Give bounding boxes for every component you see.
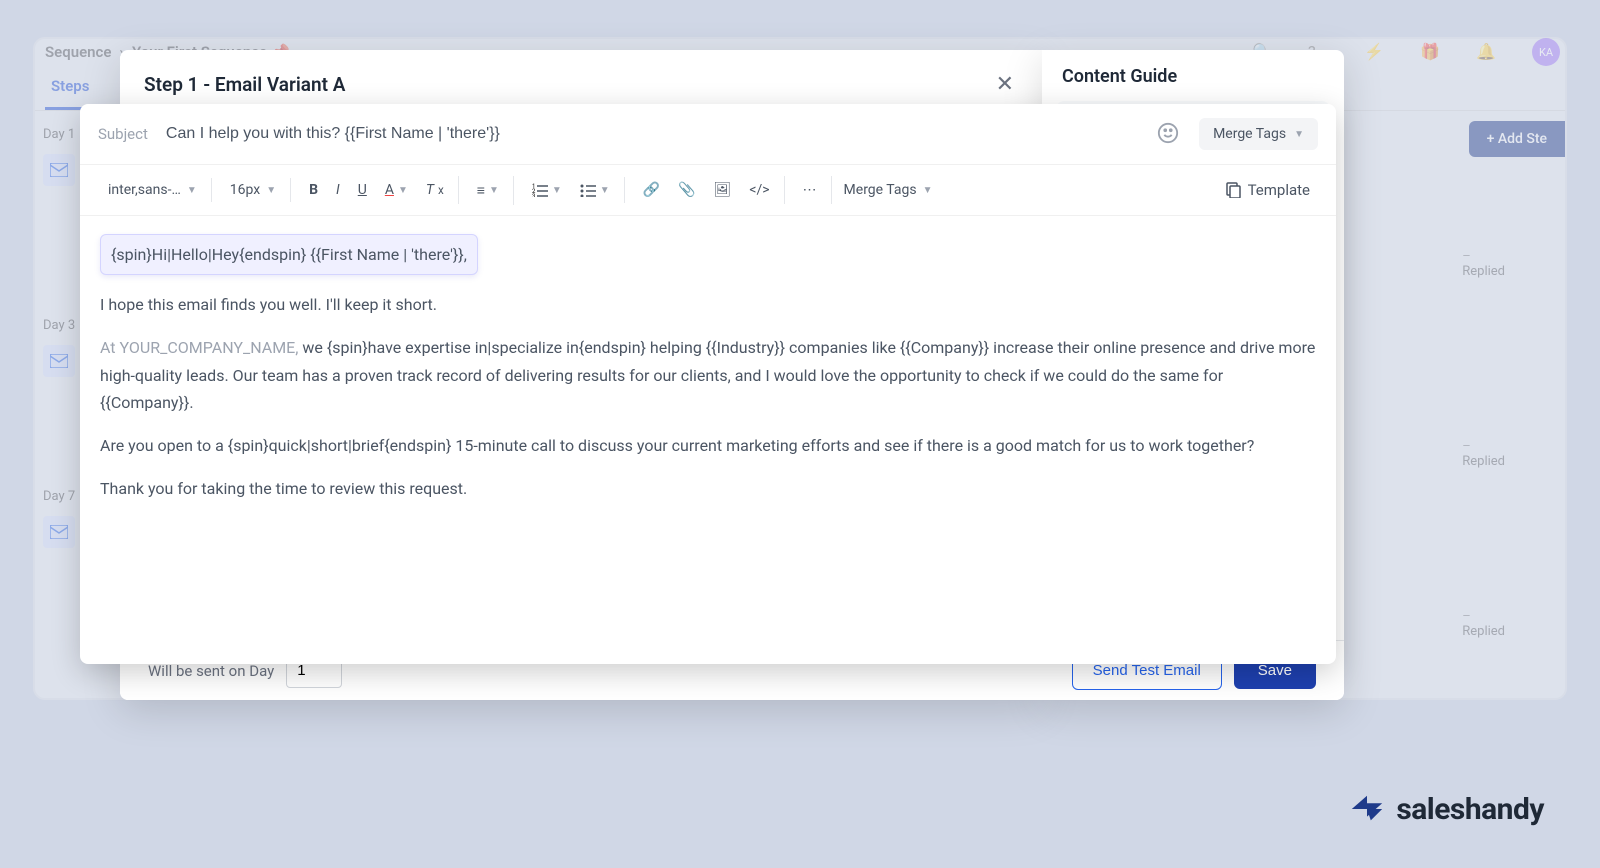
body-paragraph: I hope this email finds you well. I'll k… xyxy=(100,291,1316,318)
chevron-down-icon: ▼ xyxy=(266,185,276,196)
sent-day-label: Will be sent on Day xyxy=(148,662,274,680)
link-icon[interactable]: 🔗 xyxy=(635,176,668,204)
email-step-icon[interactable] xyxy=(43,345,75,377)
more-icon[interactable]: ⋯ xyxy=(795,176,825,204)
avatar[interactable]: KA xyxy=(1532,38,1560,66)
dash: – xyxy=(1462,609,1505,624)
unordered-list-button[interactable]: ▼ xyxy=(572,177,618,203)
add-step-button[interactable]: + Add Ste xyxy=(1469,121,1565,157)
merge-tags-label: Merge Tags xyxy=(1213,126,1286,142)
text-color-button[interactable]: A▼ xyxy=(377,176,416,204)
content-guide-title: Content Guide xyxy=(1042,66,1344,101)
font-family-dropdown[interactable]: inter,sans-…▼ xyxy=(100,178,205,202)
body-paragraph: Thank you for taking the time to review … xyxy=(100,475,1316,502)
ordered-list-button[interactable]: 123▼ xyxy=(524,177,570,203)
replied-label: Replied xyxy=(1462,264,1505,279)
attachment-icon[interactable]: 📎 xyxy=(670,176,703,204)
merge-tags-button[interactable]: Merge Tags ▼ xyxy=(1199,118,1318,150)
email-step-icon[interactable] xyxy=(43,154,75,186)
subject-input[interactable] xyxy=(166,125,1139,143)
chevron-down-icon: ▼ xyxy=(187,185,197,196)
image-icon[interactable]: 🖼 xyxy=(706,176,740,204)
dash: – xyxy=(1462,439,1505,454)
body-paragraph: Are you open to a {spin}quick|short|brie… xyxy=(100,432,1316,459)
logo-text: saleshandy xyxy=(1396,792,1544,827)
chevron-down-icon: ▼ xyxy=(1294,129,1304,140)
email-step-icon[interactable] xyxy=(43,516,75,548)
underline-button[interactable]: U xyxy=(350,176,375,204)
bolt-icon[interactable]: ⚡ xyxy=(1364,42,1384,62)
svg-text:3: 3 xyxy=(532,193,535,197)
spin-syntax-highlight: {spin}Hi|Hello|Hey{endspin} {{First Name… xyxy=(100,234,478,275)
editor-panel: Subject Merge Tags ▼ inter,sans-…▼ 16px▼… xyxy=(80,104,1336,664)
email-body-editor[interactable]: {spin}Hi|Hello|Hey{endspin} {{First Name… xyxy=(80,216,1336,664)
replied-label: Replied xyxy=(1462,624,1505,639)
merge-tags-toolbar-button[interactable]: Merge Tags▼ xyxy=(836,178,941,202)
emoji-icon[interactable] xyxy=(1157,122,1181,146)
align-button[interactable]: ≡▼ xyxy=(469,176,507,205)
body-paragraph: At YOUR_COMPANY_NAME, we {spin}have expe… xyxy=(100,334,1316,416)
breadcrumb[interactable]: Sequence xyxy=(45,43,111,61)
dash: – xyxy=(1462,249,1505,264)
replied-label: Replied xyxy=(1462,454,1505,469)
modal-title: Step 1 - Email Variant A xyxy=(144,73,345,96)
subject-label: Subject xyxy=(98,125,148,143)
bold-button[interactable]: B xyxy=(301,176,326,204)
gift-icon[interactable]: 🎁 xyxy=(1420,42,1440,62)
italic-button[interactable]: I xyxy=(328,176,348,204)
close-icon[interactable]: ✕ xyxy=(992,68,1018,101)
chevron-down-icon: ▼ xyxy=(923,185,933,196)
code-icon[interactable]: </> xyxy=(741,176,777,204)
template-button[interactable]: Template xyxy=(1214,175,1322,205)
logo-icon xyxy=(1348,790,1386,828)
editor-toolbar: inter,sans-…▼ 16px▼ B I U A▼ Tx ≡▼ 123▼ … xyxy=(80,165,1336,216)
saleshandy-logo: saleshandy xyxy=(1348,790,1544,828)
bell-icon[interactable]: 🔔 xyxy=(1476,42,1496,62)
clear-format-button[interactable]: Tx xyxy=(418,176,452,204)
font-size-dropdown[interactable]: 16px▼ xyxy=(222,178,284,202)
